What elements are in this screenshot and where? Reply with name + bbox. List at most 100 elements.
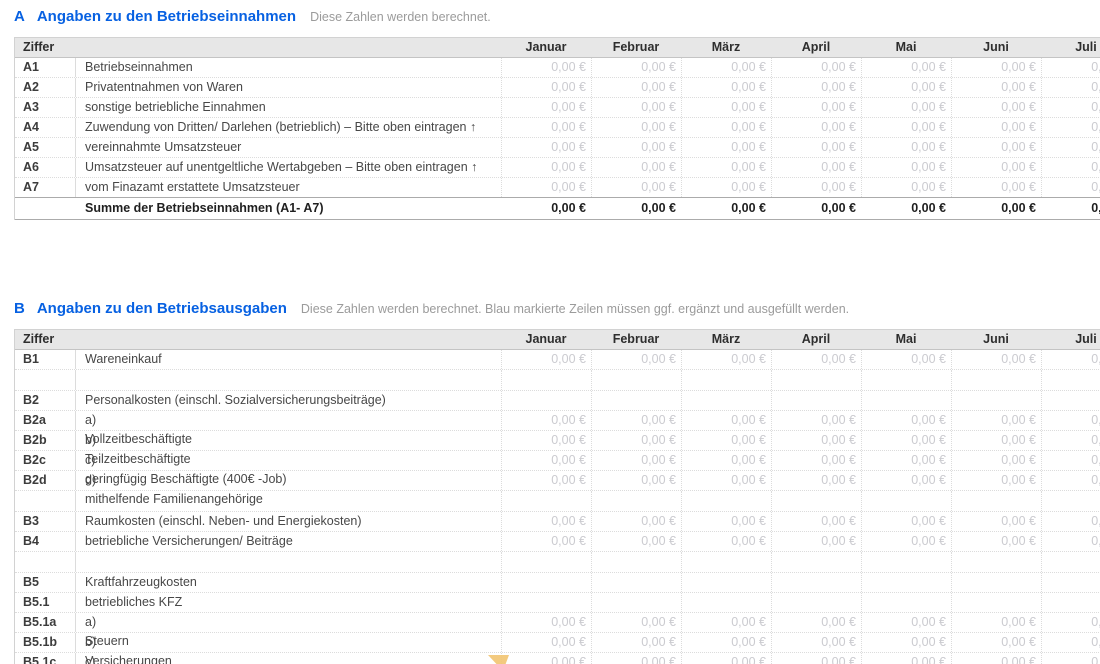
value-cell[interactable]: 0,00 € xyxy=(771,138,861,157)
ziffer-cell[interactable]: B4 xyxy=(15,532,76,551)
value-cell[interactable]: 0,00 € xyxy=(771,532,861,551)
description-cell[interactable]: c)geringfügig Beschäftigte (400€ -Job) xyxy=(76,451,501,470)
value-cell[interactable]: 0,00 € xyxy=(591,118,681,137)
value-cell[interactable] xyxy=(861,573,951,592)
value-cell[interactable]: 0,00 € xyxy=(771,653,861,664)
value-cell[interactable] xyxy=(771,491,861,511)
value-cell[interactable]: 0,00 € xyxy=(951,78,1041,97)
value-cell[interactable]: 0,00 € xyxy=(591,138,681,157)
ziffer-cell[interactable]: A2 xyxy=(15,78,76,97)
value-cell[interactable]: 0,00 € xyxy=(681,350,771,369)
description-cell[interactable]: Umsatzsteuer auf unentgeltliche Wertabge… xyxy=(76,158,501,177)
value-cell[interactable]: 0,00 € xyxy=(591,78,681,97)
value-cell[interactable]: 0,00 € xyxy=(771,118,861,137)
value-cell[interactable]: 0,00 € xyxy=(861,350,951,369)
value-cell[interactable]: 0,00 € xyxy=(681,653,771,664)
value-cell[interactable] xyxy=(501,593,591,612)
sum-value-cell[interactable]: 0,00 € xyxy=(1041,198,1100,219)
value-cell[interactable] xyxy=(681,391,771,410)
value-cell[interactable]: 0,00 € xyxy=(771,431,861,450)
value-cell[interactable]: 0,00 € xyxy=(951,653,1041,664)
value-cell[interactable] xyxy=(861,552,951,572)
value-cell[interactable]: 0,00 € xyxy=(1041,471,1100,490)
value-cell[interactable]: 0,00 € xyxy=(681,78,771,97)
value-cell[interactable]: 0,00 € xyxy=(591,451,681,470)
value-cell[interactable]: 0,00 € xyxy=(501,653,591,664)
sum-value-cell[interactable]: 0,00 € xyxy=(771,198,861,219)
value-cell[interactable]: 0,00 € xyxy=(1041,178,1100,197)
ziffer-cell[interactable]: B2b xyxy=(15,431,76,450)
sum-value-cell[interactable]: 0,00 € xyxy=(951,198,1041,219)
value-cell[interactable]: 0,00 € xyxy=(591,158,681,177)
sum-value-cell[interactable]: 0,00 € xyxy=(681,198,771,219)
value-cell[interactable] xyxy=(501,491,591,511)
value-cell[interactable]: 0,00 € xyxy=(681,532,771,551)
description-cell[interactable]: betriebliches KFZ xyxy=(76,593,501,612)
value-cell[interactable]: 0,00 € xyxy=(861,633,951,652)
ziffer-cell[interactable]: B2a xyxy=(15,411,76,430)
value-cell[interactable] xyxy=(1041,593,1100,612)
value-cell[interactable]: 0,00 € xyxy=(861,98,951,117)
value-cell[interactable]: 0,00 € xyxy=(681,411,771,430)
value-cell[interactable]: 0,00 € xyxy=(1041,411,1100,430)
value-cell[interactable]: 0,00 € xyxy=(1041,451,1100,470)
value-cell[interactable]: 0,00 € xyxy=(771,178,861,197)
value-cell[interactable] xyxy=(1041,552,1100,572)
value-cell[interactable]: 0,00 € xyxy=(951,350,1041,369)
value-cell[interactable]: 0,00 € xyxy=(771,411,861,430)
value-cell[interactable]: 0,00 € xyxy=(1041,350,1100,369)
value-cell[interactable]: 0,00 € xyxy=(681,633,771,652)
value-cell[interactable]: 0,00 € xyxy=(951,532,1041,551)
description-cell[interactable]: Privatentnahmen von Waren xyxy=(76,78,501,97)
ziffer-cell[interactable]: A6 xyxy=(15,158,76,177)
value-cell[interactable]: 0,00 € xyxy=(501,98,591,117)
value-cell[interactable]: 0,00 € xyxy=(861,653,951,664)
value-cell[interactable]: 0,00 € xyxy=(591,532,681,551)
value-cell[interactable]: 0,00 € xyxy=(591,411,681,430)
value-cell[interactable] xyxy=(771,573,861,592)
description-cell[interactable]: vom Finazamt erstattete Umsatzsteuer xyxy=(76,178,501,197)
ziffer-cell[interactable]: A7 xyxy=(15,178,76,197)
value-cell[interactable]: 0,00 € xyxy=(951,411,1041,430)
value-cell[interactable] xyxy=(861,593,951,612)
value-cell[interactable]: 0,00 € xyxy=(591,431,681,450)
sum-value-cell[interactable]: 0,00 € xyxy=(501,198,591,219)
value-cell[interactable]: 0,00 € xyxy=(1041,431,1100,450)
ziffer-cell[interactable]: B5 xyxy=(15,573,76,592)
ziffer-cell[interactable]: B1 xyxy=(15,350,76,369)
value-cell[interactable]: 0,00 € xyxy=(501,431,591,450)
value-cell[interactable]: 0,00 € xyxy=(771,58,861,77)
description-cell[interactable]: Betriebseinnahmen xyxy=(76,58,501,77)
value-cell[interactable]: 0,00 € xyxy=(861,613,951,632)
sum-value-cell[interactable]: 0,00 € xyxy=(861,198,951,219)
ziffer-cell[interactable]: B2 xyxy=(15,391,76,410)
value-cell[interactable]: 0,00 € xyxy=(861,471,951,490)
value-cell[interactable]: 0,00 € xyxy=(591,98,681,117)
value-cell[interactable]: 0,00 € xyxy=(861,58,951,77)
value-cell[interactable] xyxy=(501,552,591,572)
value-cell[interactable]: 0,00 € xyxy=(951,512,1041,531)
description-cell[interactable]: d)mithelfende Familienangehörige xyxy=(76,471,501,490)
value-cell[interactable]: 0,00 € xyxy=(951,178,1041,197)
value-cell[interactable]: 0,00 € xyxy=(591,471,681,490)
description-cell[interactable]: a)Steuern xyxy=(76,613,501,632)
ziffer-cell[interactable]: B2d xyxy=(15,471,76,490)
value-cell[interactable]: 0,00 € xyxy=(771,78,861,97)
value-cell[interactable]: 0,00 € xyxy=(951,138,1041,157)
value-cell[interactable] xyxy=(951,370,1041,390)
value-cell[interactable]: 0,00 € xyxy=(1041,138,1100,157)
value-cell[interactable] xyxy=(591,370,681,390)
description-cell[interactable]: Personalkosten (einschl. Sozialversicher… xyxy=(76,391,501,410)
value-cell[interactable]: 0,00 € xyxy=(681,431,771,450)
value-cell[interactable] xyxy=(501,391,591,410)
value-cell[interactable]: 0,00 € xyxy=(1041,633,1100,652)
value-cell[interactable]: 0,00 € xyxy=(861,411,951,430)
value-cell[interactable]: 0,00 € xyxy=(861,78,951,97)
value-cell[interactable] xyxy=(861,491,951,511)
comment-indicator-icon[interactable] xyxy=(488,655,509,664)
value-cell[interactable] xyxy=(501,573,591,592)
value-cell[interactable]: 0,00 € xyxy=(501,451,591,470)
value-cell[interactable]: 0,00 € xyxy=(681,512,771,531)
value-cell[interactable] xyxy=(681,552,771,572)
value-cell[interactable]: 0,00 € xyxy=(501,350,591,369)
